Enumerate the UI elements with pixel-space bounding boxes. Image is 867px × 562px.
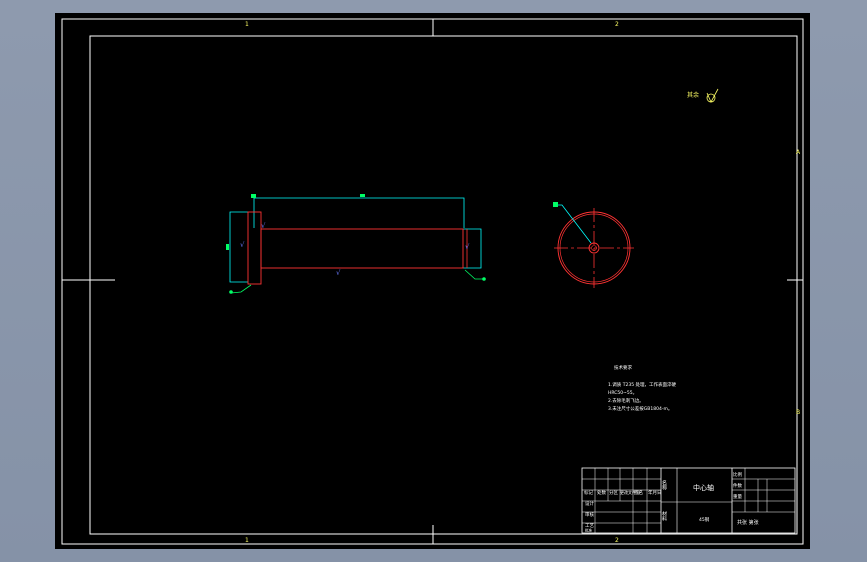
tb-role-label: 设计	[585, 500, 594, 507]
zone-mark-top-1: 1	[245, 21, 249, 28]
title-block[interactable]: 标记 处数 分区 更改文件号 签名 年月日 设计 审核 工艺 批准 名称 材料 …	[581, 467, 796, 534]
material-value: 45钢	[699, 516, 710, 523]
drawing-canvas[interactable]: 1 2 1 2 A B 其余 √ √ √ √ 技术要求 1.调质 T235 处理…	[55, 13, 810, 549]
roughness-tick	[706, 88, 719, 103]
leader-right-dot	[482, 277, 486, 281]
leader-left	[230, 284, 252, 294]
shaft-body	[260, 228, 464, 269]
roughness-mark-head: √	[240, 241, 245, 249]
tb-left-label: 处数	[597, 489, 606, 496]
roughness-mark-end: √	[465, 243, 470, 251]
dim-text-diameter	[226, 244, 229, 250]
end-view-leader	[555, 204, 592, 244]
zone-mark-right-a: A	[796, 149, 801, 156]
leader-left-dot	[229, 290, 233, 294]
overall-length-dimension	[253, 197, 465, 228]
dim-text-length	[360, 194, 365, 197]
tb-name-label: 名称	[661, 479, 667, 491]
shaft-side-view[interactable]: √ √ √ √	[226, 194, 486, 294]
tb-left-label: 签名	[634, 489, 643, 496]
technical-notes: 技术要求 1.调质 T235 处理，工作表面淬硬 HRC50~55。 2.去除毛…	[608, 364, 676, 412]
tb-left-label: 标记	[584, 489, 593, 496]
drawing-frame	[89, 35, 798, 535]
tb-quantity-label: 件数	[733, 482, 742, 489]
tech-note-4: 3.未注尺寸公差按GB1804-m。	[608, 405, 672, 412]
tb-role-label: 批准	[585, 528, 593, 533]
end-view-leader-marker	[553, 202, 558, 207]
tb-scale-label: 比例	[733, 471, 742, 478]
leader-right	[464, 269, 484, 280]
roughness-mark-top: √	[261, 222, 266, 230]
part-name: 中心轴	[693, 483, 714, 492]
dim-text-head	[251, 194, 256, 198]
zone-mark-bottom-1: 1	[245, 537, 249, 544]
tb-material-label: 材料	[661, 510, 667, 522]
tech-note-2: HRC50~55。	[608, 390, 637, 396]
roughness-note: 其余	[687, 91, 699, 99]
tb-role-label: 审核	[585, 511, 594, 518]
zone-mark-top-2: 2	[615, 21, 619, 28]
tb-weight-label: 重量	[733, 493, 742, 500]
tb-sheet-label: 共张 第张	[737, 519, 759, 526]
zone-mark-right-b: B	[796, 409, 800, 416]
roughness-mark-body: √	[336, 269, 341, 277]
roughness-symbol[interactable]: 其余	[687, 88, 719, 103]
tech-note-3: 2.去除毛刺飞边。	[608, 397, 644, 404]
tech-note-1: 1.调质 T235 处理，工作表面淬硬	[608, 381, 676, 388]
tb-left-label: 年月日	[648, 489, 662, 496]
tech-note-title: 技术要求	[614, 364, 632, 371]
shaft-head	[247, 211, 262, 285]
zone-mark-bottom-2: 2	[615, 537, 619, 544]
tb-left-label: 分区	[609, 489, 618, 496]
shaft-end-view[interactable]	[553, 202, 634, 288]
head-diameter-dimension	[229, 211, 248, 283]
